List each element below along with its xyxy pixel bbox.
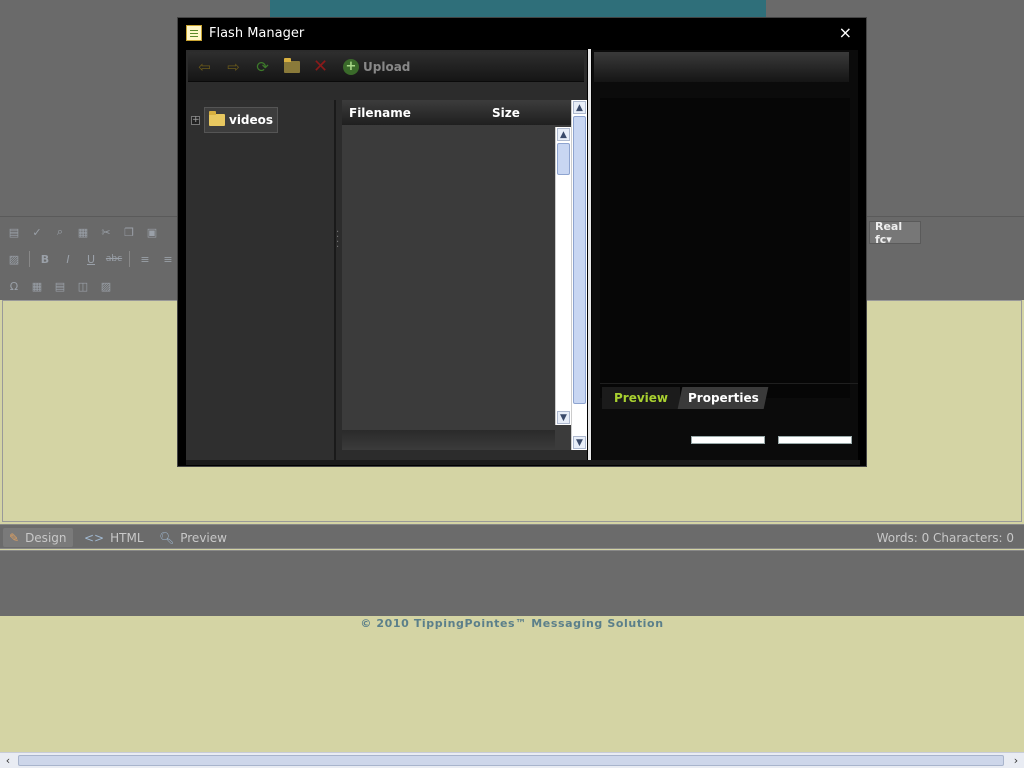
arrow-right-icon[interactable]: ⇨ xyxy=(223,56,244,77)
preview-pane: Preview Properties xyxy=(592,50,858,460)
toolbar-separator xyxy=(29,251,30,267)
tab-html[interactable]: <> HTML xyxy=(78,528,150,547)
cancel-button[interactable] xyxy=(778,436,852,444)
toolbar-row-3: Ω ▦ ▤ ◫ ▨ xyxy=(4,275,116,297)
column-filename[interactable]: Filename xyxy=(349,106,411,120)
media-icon[interactable]: ▨ xyxy=(96,276,116,296)
tab-preview[interactable]: 🔍︎ Preview xyxy=(153,528,233,547)
special-char-icon[interactable]: Ω xyxy=(4,276,24,296)
cut-icon[interactable]: ✂ xyxy=(96,222,116,242)
dialog-title: Flash Manager xyxy=(209,25,305,41)
table-icon[interactable]: ▦ xyxy=(27,276,47,296)
copyright-footer: © 2010 TippingPointes™ Messaging Solutio… xyxy=(360,617,664,630)
magnifier-icon: 🔍︎ xyxy=(159,530,175,545)
word-character-count: Words: 0 Characters: 0 xyxy=(876,531,1014,545)
pencil-icon: ✎ xyxy=(9,530,20,545)
align-center-icon[interactable]: ≡ xyxy=(158,249,178,269)
editor-mode-bar: ✎ Design <> HTML 🔍︎ Preview Words: 0 Cha… xyxy=(0,524,1024,549)
file-list-header: Filename Size xyxy=(342,100,571,125)
insert-button[interactable] xyxy=(691,436,765,444)
column-size[interactable]: Size xyxy=(492,106,520,120)
flash-manager-dialog: Flash Manager × ⇦ ⇨ ⟳ ✕ + Upload + video… xyxy=(177,17,867,467)
scroll-down-icon[interactable]: ▼ xyxy=(573,436,586,449)
horizontal-scrollbar[interactable]: ‹ › xyxy=(0,752,1024,768)
new-folder-icon[interactable] xyxy=(281,56,302,77)
table-props-icon[interactable]: ▤ xyxy=(50,276,70,296)
tab-properties[interactable]: Properties xyxy=(677,387,769,409)
toolbar-row-1: ▤ ✓ ⌕ ▦ ✂ ❐ ▣ xyxy=(4,221,162,243)
tab-design-label: Design xyxy=(25,530,67,545)
dialog-titlebar[interactable]: Flash Manager × xyxy=(178,18,866,48)
find-icon[interactable]: ⌕ xyxy=(50,222,70,242)
delete-icon[interactable]: ✕ xyxy=(310,56,331,77)
scrollbar-thumb[interactable] xyxy=(557,143,570,175)
tab-preview-label: Preview xyxy=(613,391,668,405)
preview-header xyxy=(594,52,849,82)
folder-tree: + videos xyxy=(186,100,336,460)
scroll-down-icon[interactable]: ▼ xyxy=(557,411,570,424)
spellcheck-icon[interactable]: ✓ xyxy=(27,222,47,242)
insert-form-icon[interactable]: ◫ xyxy=(73,276,93,296)
code-icon: <> xyxy=(84,530,105,545)
tab-preview-pane[interactable]: Preview xyxy=(602,387,680,409)
scroll-right-icon[interactable]: › xyxy=(1008,753,1024,768)
folder-label: videos xyxy=(229,113,274,127)
folder-icon xyxy=(209,111,225,126)
tab-html-label: HTML xyxy=(110,530,144,545)
upload-button[interactable]: + Upload xyxy=(343,58,411,75)
dialog-statusbar xyxy=(186,460,860,465)
file-list-scrollbar[interactable]: ▲ ▼ xyxy=(555,127,571,425)
close-icon[interactable]: × xyxy=(839,23,852,42)
align-left-icon[interactable]: ≡ xyxy=(135,249,155,269)
pane-splitter-handle[interactable]: · · · · xyxy=(336,228,339,253)
pane-scrollbar[interactable]: ▲ ▼ xyxy=(571,100,587,450)
strikethrough-icon[interactable]: abc xyxy=(104,249,124,269)
file-browser-pane: ⇦ ⇨ ⟳ ✕ + Upload + videos · · · · Filename xyxy=(186,50,587,460)
scrollbar-thumb[interactable] xyxy=(18,755,1004,766)
file-list-footer xyxy=(342,430,555,450)
preview-area xyxy=(600,98,850,398)
select-all-icon[interactable]: ▦ xyxy=(73,222,93,242)
tree-node-videos[interactable]: + videos xyxy=(191,107,279,133)
scroll-up-icon[interactable]: ▲ xyxy=(573,101,586,114)
tab-design[interactable]: ✎ Design xyxy=(3,528,73,547)
preview-tabs: Preview Properties xyxy=(600,383,858,409)
plus-icon: + xyxy=(343,58,359,75)
header-banner-image xyxy=(270,0,766,17)
file-toolbar: ⇦ ⇨ ⟳ ✕ + Upload xyxy=(188,52,584,82)
scroll-left-icon[interactable]: ‹ xyxy=(0,753,16,768)
print-icon[interactable]: ▤ xyxy=(4,222,24,242)
underline-icon[interactable]: U xyxy=(81,249,101,269)
file-list: Filename Size ▲ ▼ xyxy=(342,100,571,450)
document-icon xyxy=(186,25,202,41)
bold-icon[interactable]: B xyxy=(35,249,55,269)
paste-icon[interactable]: ▣ xyxy=(142,222,162,242)
scrollbar-thumb[interactable] xyxy=(573,116,586,404)
toolbar-row-2: ▨ B I U abc ≡ ≡ xyxy=(4,248,178,270)
upload-label: Upload xyxy=(363,59,411,74)
folder-item[interactable]: videos xyxy=(204,107,279,133)
scroll-up-icon[interactable]: ▲ xyxy=(557,128,570,141)
editor-bottom-panel xyxy=(0,550,1024,616)
refresh-icon[interactable]: ⟳ xyxy=(252,56,273,77)
expand-icon[interactable]: + xyxy=(191,115,200,125)
toolbar-separator xyxy=(129,251,130,267)
image-icon[interactable]: ▨ xyxy=(4,249,24,269)
italic-icon[interactable]: I xyxy=(58,249,78,269)
pane-divider xyxy=(588,49,591,461)
arrow-left-icon[interactable]: ⇦ xyxy=(194,56,215,77)
tab-properties-label: Properties xyxy=(687,391,759,405)
copy-icon[interactable]: ❐ xyxy=(119,222,139,242)
font-name-select[interactable]: Real fc▾ xyxy=(869,220,921,246)
tab-preview-label: Preview xyxy=(180,530,227,545)
dialog-buttons xyxy=(592,434,858,448)
